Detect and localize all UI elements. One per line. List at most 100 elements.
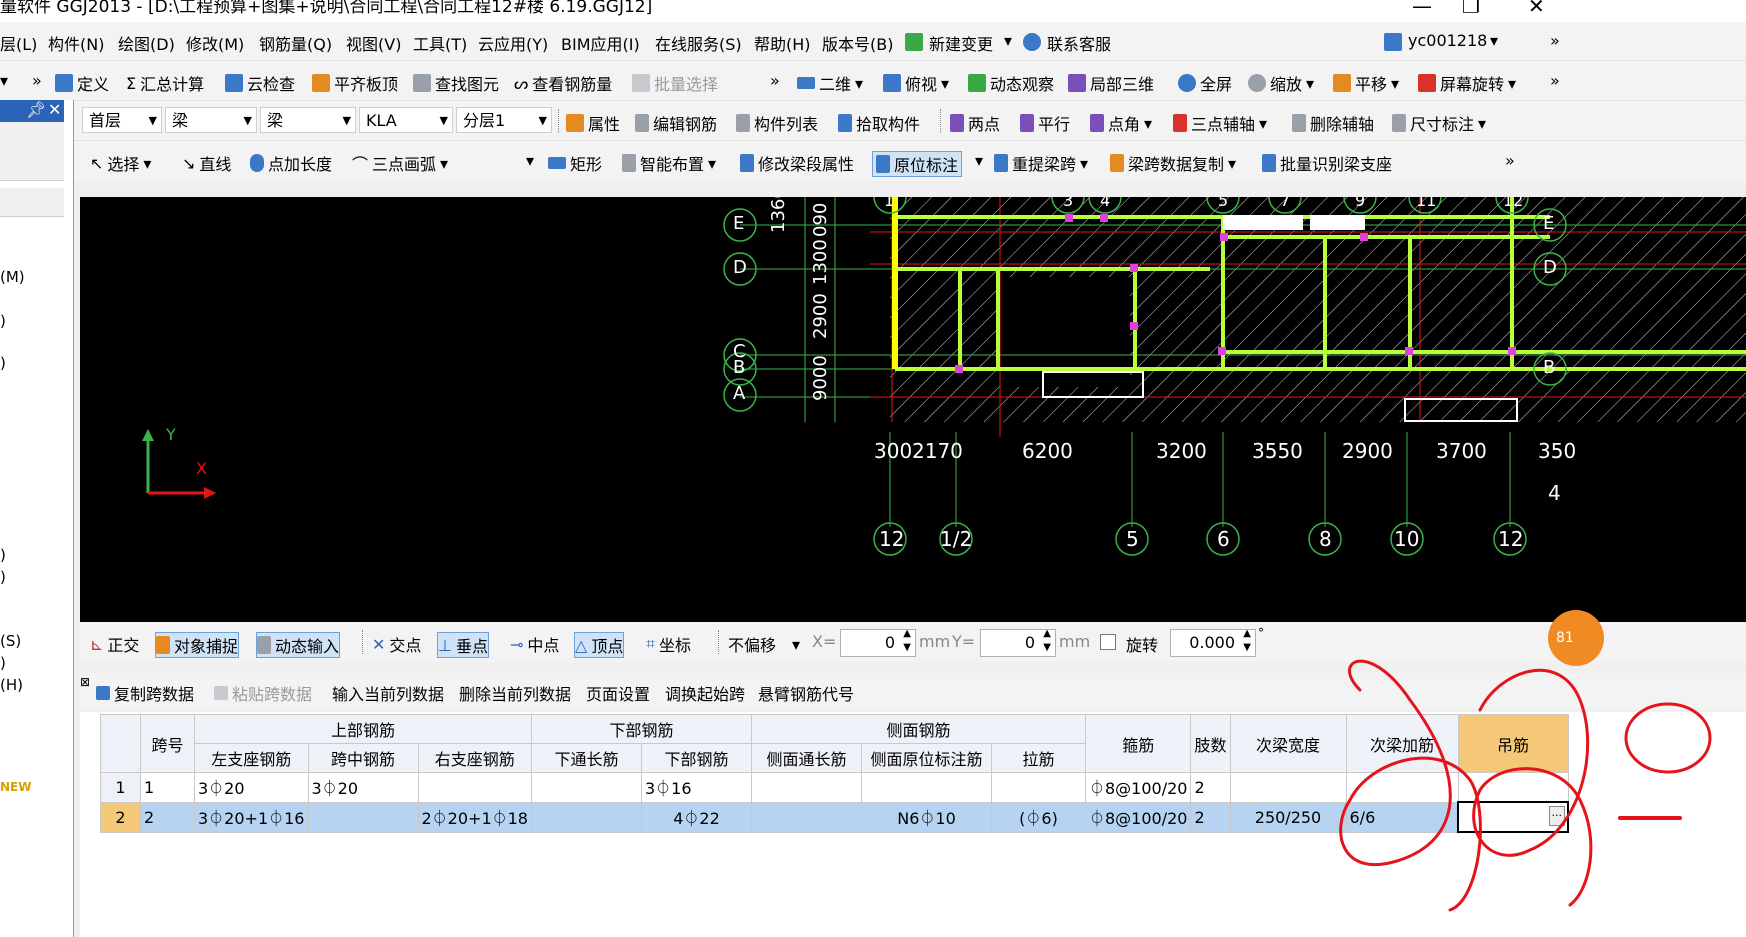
align-top-button[interactable]: 平齐板顶 <box>312 71 398 95</box>
menu-support[interactable]: 联系客服 <box>1047 31 1111 55</box>
input-column-button[interactable]: 输入当前列数据 <box>332 681 444 705</box>
spinner-icon[interactable]: ▲ ▼ <box>1043 627 1051 655</box>
view-2d-dropdown[interactable]: 二维 ▾ <box>797 71 863 95</box>
panel-item[interactable]: ) <box>0 568 6 586</box>
legs-cell[interactable]: 2 <box>1190 801 1231 833</box>
vertex-toggle[interactable]: △ 顶点 <box>574 632 625 658</box>
type2-select[interactable]: 梁 ▼ <box>260 107 356 133</box>
bottom-rebar-cell[interactable]: 3⏀16 <box>641 772 752 803</box>
local-3d-button[interactable]: 局部三维 <box>1068 71 1154 95</box>
line-button[interactable]: ↘ 直线 <box>182 151 231 175</box>
midpoint-toggle[interactable]: ⊸ 中点 <box>510 632 559 656</box>
top-view-dropdown[interactable]: 俯视 ▾ <box>883 71 949 95</box>
cad-drawing[interactable] <box>80 197 1746 622</box>
view-rebar-button[interactable]: ᔕ 查看钢筋量 <box>514 71 612 95</box>
menu-view[interactable]: 视图(V) <box>346 31 401 55</box>
ellipsis-button[interactable]: ··· <box>1548 806 1565 826</box>
cantilever-code-button[interactable]: 悬臂钢筋代号 <box>758 681 854 705</box>
chevron-down-icon[interactable]: ▾ <box>1004 31 1012 50</box>
panel-close-icon[interactable]: ✕ <box>48 100 61 119</box>
menu-new-change[interactable]: 新建变更 <box>929 31 993 55</box>
panel-item[interactable]: ) <box>0 654 6 672</box>
side-inplace-cell[interactable] <box>861 772 992 803</box>
pin-icon[interactable]: 📌︎ <box>26 100 46 119</box>
bottom-through-cell[interactable] <box>531 772 642 803</box>
user-dropdown-icon[interactable]: ▾ <box>1490 31 1498 50</box>
batch-identify-support-button[interactable]: 批量识别梁支座 <box>1262 151 1392 175</box>
hanger-cell-editing[interactable]: ··· <box>1457 801 1569 833</box>
bottom-through-cell[interactable] <box>531 801 642 833</box>
modify-span-props-button[interactable]: 修改梁段属性 <box>740 151 854 175</box>
menu-tools[interactable]: 工具(T) <box>413 31 467 55</box>
right-support-cell[interactable] <box>417 772 532 803</box>
y-input[interactable]: 0 ▲ ▼ <box>980 627 1056 657</box>
smart-layout-dropdown[interactable]: 智能布置 ▾ <box>622 151 716 175</box>
stirrup-cell[interactable]: ⏀8@100/20 <box>1084 772 1192 803</box>
delete-axis-button[interactable]: 删除辅轴 <box>1292 111 1374 135</box>
secondary-add-cell[interactable] <box>1345 772 1459 803</box>
rotate-screen-dropdown[interactable]: 屏幕旋转 ▾ <box>1418 71 1516 95</box>
three-point-axis-dropdown[interactable]: 三点辅轴 ▾ <box>1173 111 1267 135</box>
panel-item[interactable]: ) <box>0 312 6 330</box>
layer-select[interactable]: 分层1 ▼ <box>456 107 552 133</box>
dimension-dropdown[interactable]: 尺寸标注 ▾ <box>1392 111 1486 135</box>
stirrup-cell[interactable]: ⏀8@100/20 <box>1084 801 1192 833</box>
cloud-check-button[interactable]: 云检查 <box>225 71 295 95</box>
side-inplace-cell[interactable]: N6⏀10 <box>861 801 992 833</box>
panel-item[interactable]: (M) <box>0 268 25 286</box>
span-cell[interactable]: 1 <box>140 772 195 803</box>
component-list-button[interactable]: 构件列表 <box>736 111 818 135</box>
pick-component-button[interactable]: 拾取构件 <box>838 111 920 135</box>
side-through-cell[interactable] <box>751 801 862 833</box>
object-snap-toggle[interactable]: 对象捕捉 <box>155 632 240 658</box>
rectangle-button[interactable]: 矩形 <box>548 151 602 175</box>
select-dropdown[interactable]: ↖ 选择 ▾ <box>90 151 151 175</box>
copy-span-data-dropdown[interactable]: 梁跨数据复制 ▾ <box>1110 151 1236 175</box>
menu-draw[interactable]: 绘图(D) <box>118 31 175 55</box>
panel-item[interactable]: (S) <box>0 632 21 650</box>
side-through-cell[interactable] <box>751 772 862 803</box>
zoom-dropdown[interactable]: 缩放 ▾ <box>1248 71 1314 95</box>
menu-modify[interactable]: 修改(M) <box>186 31 244 55</box>
point-angle-dropdown[interactable]: 点角 ▾ <box>1090 111 1152 135</box>
toolbar1-more-right-icon[interactable]: » <box>1550 71 1560 90</box>
notification-badge[interactable]: 81 <box>1548 610 1604 666</box>
arc-dropdown[interactable]: ⌒ 三点画弧 ▾ <box>352 151 448 175</box>
arc-style-dropdown[interactable]: ▾ <box>526 151 534 170</box>
hanger-cell[interactable] <box>1457 772 1569 803</box>
menu-bim[interactable]: BIM应用(I) <box>561 31 640 55</box>
pan-dropdown[interactable]: 平移 ▾ <box>1333 71 1399 95</box>
coordinate-toggle[interactable]: ⌗ 坐标 <box>646 632 691 656</box>
table-row[interactable]: 1 1 3⏀20 3⏀20 3⏀16 ⏀8@100/20 2 <box>100 772 1569 803</box>
secondary-add-cell[interactable]: 6/6 <box>1345 801 1459 833</box>
page-setup-button[interactable]: 页面设置 <box>586 681 650 705</box>
two-point-button[interactable]: 两点 <box>950 111 1000 135</box>
type1-select[interactable]: 梁 ▼ <box>165 107 257 133</box>
x-input[interactable]: 0 ▲ ▼ <box>840 628 916 657</box>
dynamic-input-toggle[interactable]: 动态输入 <box>256 632 341 658</box>
panel-item[interactable]: (H) <box>0 676 23 694</box>
span-cell[interactable]: 2 <box>140 801 195 833</box>
menu-rebar[interactable]: 钢筋量(Q) <box>259 31 332 55</box>
toolbar-more-icon[interactable]: » <box>32 71 42 90</box>
ortho-toggle[interactable]: ⊾ 正交 <box>90 632 139 656</box>
recalc-span-dropdown[interactable]: 重提梁跨 ▾ <box>994 151 1088 175</box>
fullscreen-button[interactable]: 全屏 <box>1178 71 1232 95</box>
swap-start-span-button[interactable]: 调换起始跨 <box>665 681 745 705</box>
close-icon[interactable]: ✕ <box>1528 0 1545 18</box>
more-menu-icon[interactable]: » <box>1550 31 1560 50</box>
toolbar1-more-icon[interactable]: » <box>770 71 780 90</box>
floor-select[interactable]: 首层 ▼ <box>82 107 162 133</box>
mid-span-cell[interactable] <box>307 801 419 833</box>
batch-select-button[interactable]: 批量选择 <box>632 71 718 95</box>
define-button[interactable]: 定义 <box>55 71 109 95</box>
secondary-width-cell[interactable]: 250/250 <box>1229 801 1347 833</box>
panel-close-small-icon[interactable]: ⊠ <box>80 675 90 689</box>
element-select[interactable]: KLA ▼ <box>359 107 453 133</box>
in-place-annotation-button[interactable]: 原位标注 <box>872 151 963 177</box>
paste-span-data-button[interactable]: 粘贴跨数据 <box>214 681 312 705</box>
menu-layer[interactable]: 层(L) <box>0 31 37 55</box>
drawing-canvas[interactable]: Y X E D C B A E D B 13600 090 1300 2900 … <box>80 197 1746 622</box>
user-name[interactable]: yc001218 <box>1408 31 1487 50</box>
properties-button[interactable]: 属性 <box>566 111 620 135</box>
